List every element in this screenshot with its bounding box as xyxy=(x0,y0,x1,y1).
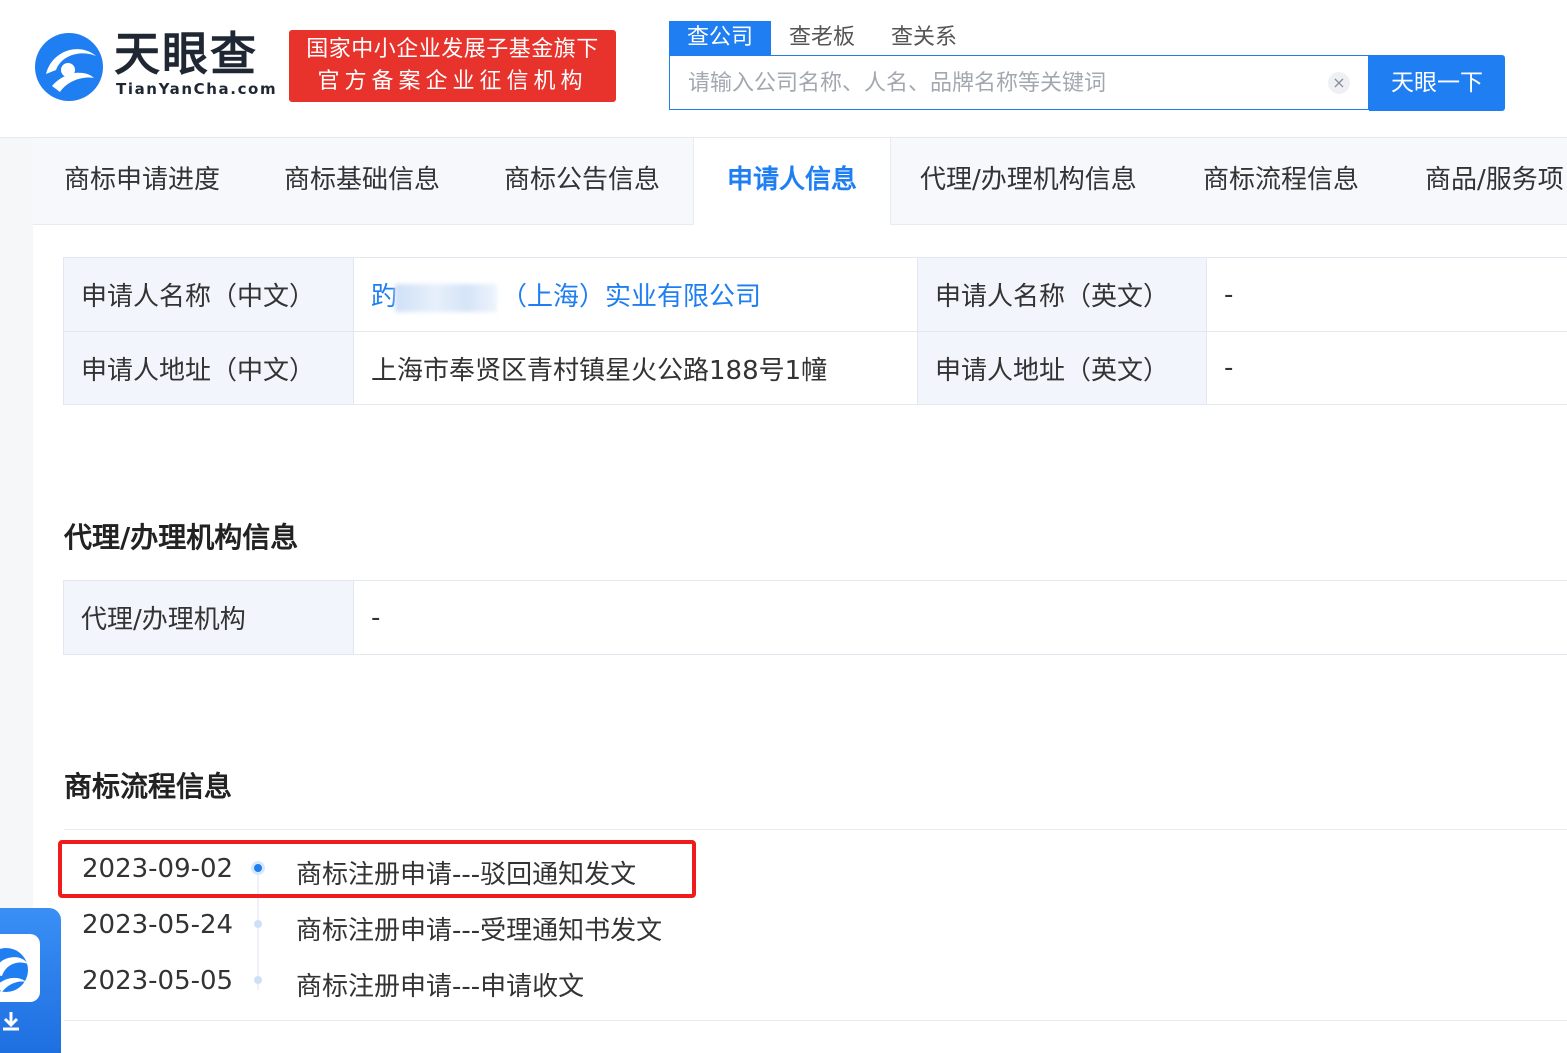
tab-search-relation[interactable]: 查关系 xyxy=(873,21,975,55)
subnav-item-basic-info[interactable]: 商标基础信息 xyxy=(284,138,440,224)
timeline-text: 商标注册申请---申请收文 xyxy=(296,972,585,1002)
agency-value: - xyxy=(354,581,1567,655)
subnav-item-applicant[interactable]: 申请人信息 xyxy=(693,138,891,225)
subnav-item-goods-services[interactable]: 商品/服务项 xyxy=(1425,138,1564,224)
timeline-item: 2023-05-24 商标注册申请---受理通知书发文 xyxy=(64,898,1567,954)
timeline-dot-icon xyxy=(254,920,262,928)
agency-label: 代理/办理机构 xyxy=(64,581,354,655)
search-input[interactable] xyxy=(686,56,1310,111)
tianyancha-logo-icon[interactable] xyxy=(32,30,106,104)
applicant-name-en-value: - xyxy=(1207,258,1567,332)
process-section-title: 商标流程信息 xyxy=(64,770,233,803)
search-box: × xyxy=(669,55,1369,111)
company-name-suffix: （上海）实业有限公司 xyxy=(501,282,762,312)
certification-badge: 国家中小企业发展子基金旗下 官方备案企业征信机构 xyxy=(289,30,616,102)
subnav-item-process[interactable]: 商标流程信息 xyxy=(1203,138,1359,224)
download-icon xyxy=(0,1010,22,1032)
applicant-name-en-label: 申请人名称（英文） xyxy=(918,258,1207,332)
timeline-date: 2023-05-05 xyxy=(82,966,234,996)
timeline-text: 商标注册申请---受理通知书发文 xyxy=(296,916,663,946)
logo-text[interactable]: 天眼查 xyxy=(114,26,258,82)
search-tabs: 查公司 查老板 查关系 xyxy=(669,21,975,55)
tab-search-boss[interactable]: 查老板 xyxy=(771,21,873,55)
timeline-date: 2023-05-24 xyxy=(82,910,234,940)
applicant-name-cn-value: 趵 （上海）实业有限公司 xyxy=(354,258,918,332)
agency-table: 代理/办理机构 - xyxy=(63,580,1567,655)
agency-section-title: 代理/办理机构信息 xyxy=(64,521,299,554)
logo-domain: TianYanCha.com xyxy=(116,80,278,98)
highlight-annotation-box xyxy=(58,840,696,898)
floating-app-widget[interactable] xyxy=(0,908,61,1053)
badge-line-2: 官方备案企业征信机构 xyxy=(317,69,588,94)
timeline-dot-icon xyxy=(254,976,262,984)
company-name-prefix: 趵 xyxy=(371,282,398,312)
timeline-item: 2023-05-05 商标注册申请---申请收文 xyxy=(64,954,1567,1010)
applicant-address-en-label: 申请人地址（英文） xyxy=(918,332,1207,405)
clear-icon[interactable]: × xyxy=(1328,72,1350,94)
subnav-item-progress[interactable]: 商标申请进度 xyxy=(64,138,220,224)
applicant-company-link[interactable]: 趵 （上海）实业有限公司 xyxy=(371,276,761,313)
badge-line-1: 国家中小企业发展子基金旗下 xyxy=(306,37,599,62)
subnav-item-announcement[interactable]: 商标公告信息 xyxy=(504,138,660,224)
applicant-address-cn-value: 上海市奉贤区青村镇星火公路188号1幢 xyxy=(354,332,918,405)
applicant-address-en-value: - xyxy=(1207,332,1567,405)
subnav-item-agency[interactable]: 代理/办理机构信息 xyxy=(920,138,1137,224)
site-header: 天眼查 TianYanCha.com 国家中小企业发展子基金旗下 官方备案企业征… xyxy=(0,0,1567,138)
applicant-address-cn-label: 申请人地址（中文） xyxy=(64,332,354,405)
trademark-subnav: 商标申请进度 商标基础信息 商标公告信息 申请人信息 代理/办理机构信息 商标流… xyxy=(33,138,1567,225)
app-logo-icon xyxy=(0,934,40,1002)
tab-search-company[interactable]: 查公司 xyxy=(669,21,772,55)
search-button[interactable]: 天眼一下 xyxy=(1369,55,1505,111)
redacted-text xyxy=(395,283,498,312)
applicant-table: 申请人名称（中文） 趵 （上海）实业有限公司 申请人名称（英文） - 申请人地址（… xyxy=(63,257,1567,405)
applicant-name-cn-label: 申请人名称（中文） xyxy=(64,258,354,332)
